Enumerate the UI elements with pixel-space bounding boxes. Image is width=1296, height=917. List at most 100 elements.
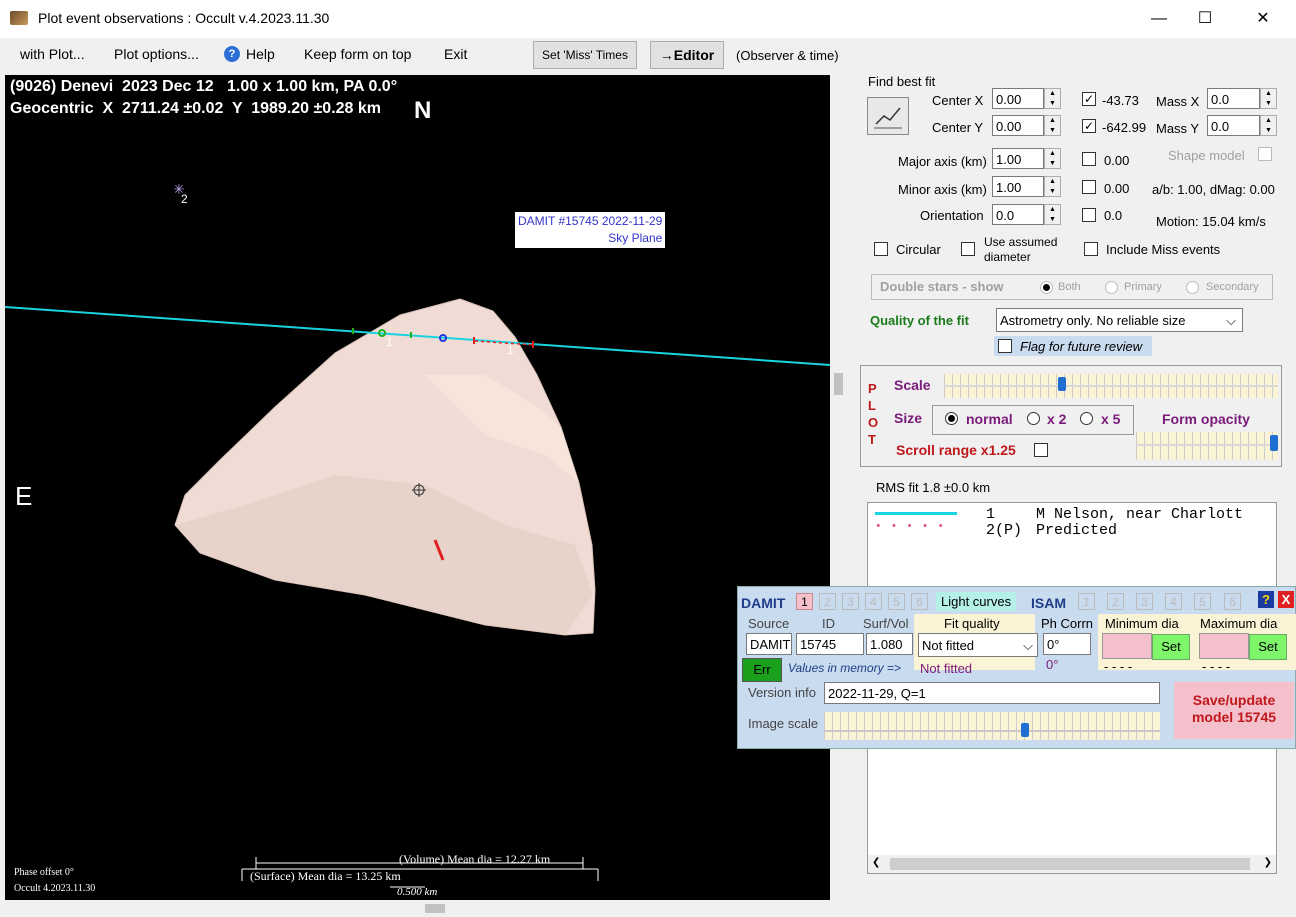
shape-model-checkbox[interactable] xyxy=(1258,147,1272,161)
scroll-range-checkbox[interactable] xyxy=(1034,443,1048,457)
major-axis-input[interactable]: 1.00 xyxy=(992,148,1044,169)
phcorrn-input[interactable]: 0° xyxy=(1043,633,1091,655)
damit-help-icon[interactable]: ? xyxy=(1258,591,1274,608)
surfvol-input[interactable]: 1.080 xyxy=(866,633,913,655)
mass-x-spinner[interactable]: ▲ ▼ xyxy=(1260,88,1277,109)
damit-model-5[interactable]: 5 xyxy=(888,593,905,610)
isam-model-6[interactable]: 6 xyxy=(1224,593,1241,610)
include-miss-label: Include Miss events xyxy=(1106,242,1221,257)
list-horizontal-scrollbar[interactable]: ❮ ❯ xyxy=(868,855,1276,873)
mass-y-input[interactable]: 0.0 xyxy=(1207,115,1260,136)
min-dia-input[interactable] xyxy=(1102,633,1152,659)
center-y-spinner[interactable]: ▲ ▼ xyxy=(1044,115,1061,136)
size-x5-label: x 5 xyxy=(1101,411,1121,427)
fit-quality-chevron-icon: ⌵ xyxy=(1023,638,1033,653)
center-y-input[interactable]: 0.00 xyxy=(992,115,1044,136)
max-dia-input[interactable] xyxy=(1199,633,1249,659)
damit-close-icon[interactable]: X xyxy=(1278,591,1294,608)
center-x-checkbox[interactable]: ✓ xyxy=(1082,92,1096,106)
center-x-input[interactable]: 0.00 xyxy=(992,88,1044,109)
center-y-checkbox[interactable]: ✓ xyxy=(1082,119,1096,133)
orientation-checkbox[interactable] xyxy=(1082,208,1096,222)
opacity-slider-thumb[interactable] xyxy=(1270,435,1278,451)
orientation-spinner[interactable]: ▲ ▼ xyxy=(1044,204,1061,225)
size-x5-radio[interactable] xyxy=(1080,412,1093,425)
size-normal-radio[interactable] xyxy=(945,412,958,425)
damit-model-4[interactable]: 4 xyxy=(865,593,882,610)
size-x2-radio[interactable] xyxy=(1027,412,1040,425)
form-opacity-slider[interactable] xyxy=(1136,432,1278,460)
isam-model-2[interactable]: 2 xyxy=(1107,593,1124,610)
both-radio[interactable] xyxy=(1040,281,1053,294)
major-axis-spinner[interactable]: ▲ ▼ xyxy=(1044,148,1061,169)
damit-model-1[interactable]: 1 xyxy=(796,593,813,610)
close-button[interactable]: ✕ xyxy=(1240,0,1286,38)
damit-model-6[interactable]: 6 xyxy=(911,593,928,610)
plot-horizontal-scrollbar[interactable] xyxy=(5,900,830,917)
chord-label-1a: 1 xyxy=(386,335,393,349)
scale-slider[interactable] xyxy=(944,374,1278,398)
err-button[interactable]: Err xyxy=(742,658,782,682)
mass-y-spinner[interactable]: ▲ ▼ xyxy=(1260,115,1277,136)
isam-model-5[interactable]: 5 xyxy=(1194,593,1211,610)
both-label: Both xyxy=(1058,281,1081,293)
scale-bar-label: 0.500 km xyxy=(397,886,438,898)
help-icon[interactable]: ? xyxy=(224,46,240,62)
quality-select[interactable]: Astrometry only. No reliable size ⌵ xyxy=(996,308,1243,332)
legend-text-2: Predicted xyxy=(1036,522,1118,539)
minor-axis-spinner[interactable]: ▲ ▼ xyxy=(1044,176,1061,197)
form-opacity-label: Form opacity xyxy=(1162,411,1250,427)
damit-model-2[interactable]: 2 xyxy=(819,593,836,610)
menu-help[interactable]: Help xyxy=(246,46,275,62)
isam-model-3[interactable]: 3 xyxy=(1136,593,1153,610)
menu-with-plot[interactable]: with Plot... xyxy=(20,46,85,62)
image-scale-thumb[interactable] xyxy=(1021,723,1029,737)
include-miss-checkbox[interactable] xyxy=(1084,242,1098,256)
menu-exit[interactable]: Exit xyxy=(444,46,467,62)
circular-label: Circular xyxy=(896,242,941,257)
circular-checkbox[interactable] xyxy=(874,242,888,256)
center-x-spinner[interactable]: ▲ ▼ xyxy=(1044,88,1061,109)
size-normal-label: normal xyxy=(966,411,1013,427)
isam-model-1[interactable]: 1 xyxy=(1078,593,1095,610)
light-curves-button[interactable]: Light curves xyxy=(936,592,1017,611)
menu-plot-options[interactable]: Plot options... xyxy=(114,46,199,62)
plot-vertical-scrollbar[interactable] xyxy=(830,75,847,900)
chord-label-1b: 1 xyxy=(507,343,514,357)
primary-radio[interactable] xyxy=(1105,281,1118,294)
max-dia-set-button[interactable]: Set xyxy=(1249,634,1287,660)
secondary-radio[interactable] xyxy=(1186,281,1199,294)
major-axis-checkbox[interactable] xyxy=(1082,152,1096,166)
flag-review-checkbox[interactable] xyxy=(998,339,1012,353)
minimize-button[interactable]: — xyxy=(1136,0,1182,38)
vscroll-thumb[interactable] xyxy=(834,373,843,395)
scale-slider-thumb[interactable] xyxy=(1058,377,1066,391)
mass-x-input[interactable]: 0.0 xyxy=(1207,88,1260,109)
id-input[interactable]: 15745 xyxy=(796,633,864,655)
source-input[interactable]: DAMIT xyxy=(746,633,792,655)
isam-model-4[interactable]: 4 xyxy=(1165,593,1182,610)
list-scroll-thumb[interactable] xyxy=(890,858,1250,870)
plot-canvas[interactable]: ✳ (9026) Denevi 2023 Dec 12 1.00 x 1.00 … xyxy=(5,75,830,900)
scroll-left-icon[interactable]: ❮ xyxy=(872,857,880,868)
scroll-right-icon[interactable]: ❯ xyxy=(1264,857,1272,868)
editor-button[interactable]: →Editor xyxy=(650,41,724,69)
find-best-fit-button[interactable] xyxy=(867,97,909,135)
orientation-input[interactable]: 0.0 xyxy=(992,204,1044,225)
hscroll-thumb[interactable] xyxy=(425,904,445,913)
set-miss-times-button[interactable]: Set 'Miss' Times xyxy=(533,41,637,69)
legend-line-observed xyxy=(875,512,957,515)
fit-quality-select[interactable]: Not fitted ⌵ xyxy=(918,633,1038,657)
save-update-button[interactable]: Save/update model 15745 xyxy=(1174,682,1294,739)
menu-keep-form-on-top[interactable]: Keep form on top xyxy=(304,46,411,62)
minor-axis-checkbox[interactable] xyxy=(1082,180,1096,194)
use-assumed-diameter-checkbox[interactable] xyxy=(961,242,975,256)
opacity-slider-track xyxy=(1136,444,1278,446)
damit-model-3[interactable]: 3 xyxy=(842,593,859,610)
version-info-input[interactable]: 2022-11-29, Q=1 xyxy=(824,682,1160,704)
minor-axis-input[interactable]: 1.00 xyxy=(992,176,1044,197)
image-scale-slider[interactable] xyxy=(824,712,1160,740)
maximize-button[interactable]: ☐ xyxy=(1182,0,1228,38)
damit-title: DAMIT xyxy=(741,595,786,611)
min-dia-set-button[interactable]: Set xyxy=(1152,634,1190,660)
